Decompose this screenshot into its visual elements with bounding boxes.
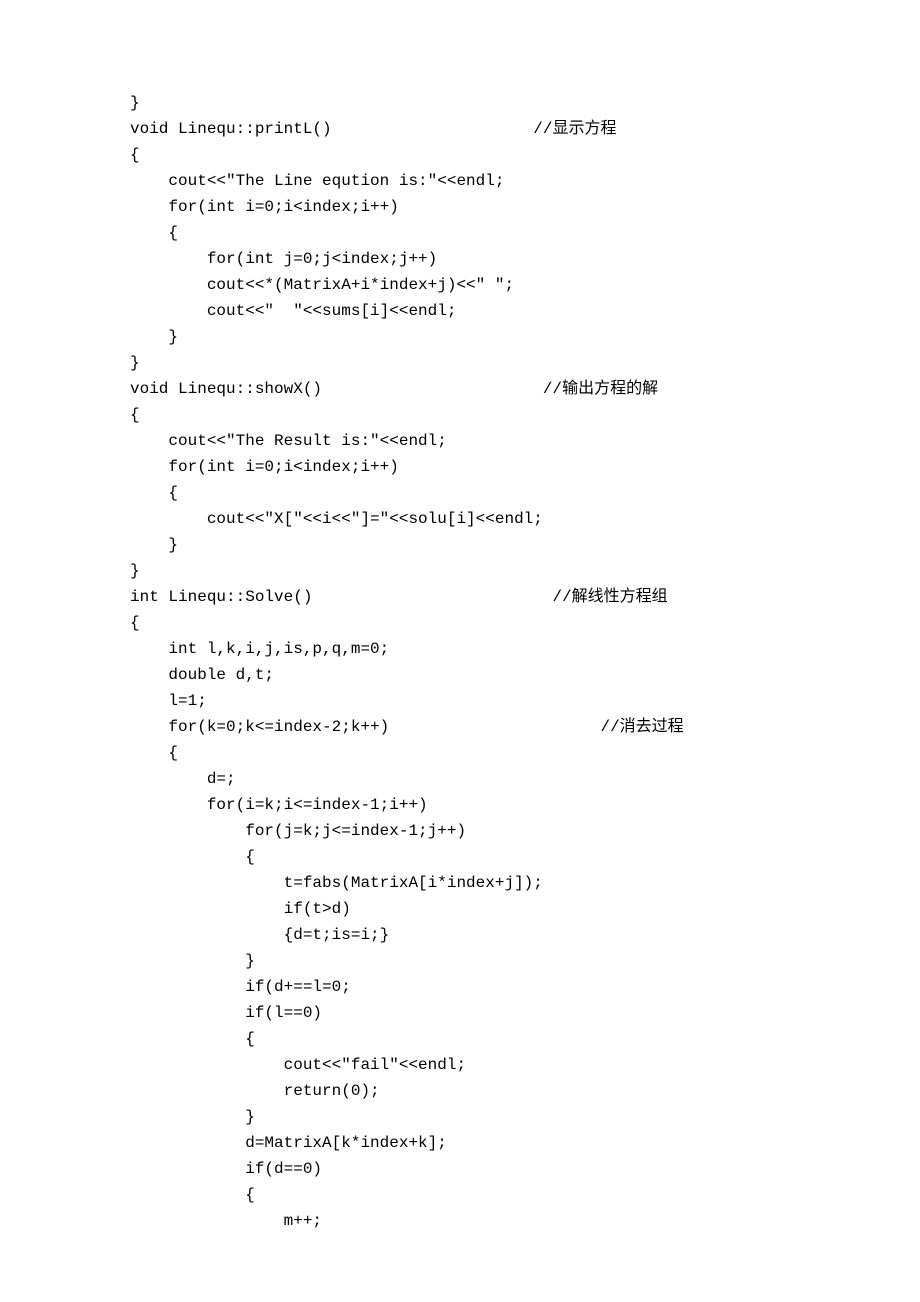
code-line: int l,k,i,j,is,p,q,m=0; — [130, 636, 920, 662]
code-line: int Linequ::Solve() //解线性方程组 — [130, 584, 920, 610]
code-line: cout<<*(MatrixA+i*index+j)<<" "; — [130, 272, 920, 298]
code-line: } — [130, 324, 920, 350]
code-line: cout<<"The Result is:"<<endl; — [130, 428, 920, 454]
code-line: d=; — [130, 766, 920, 792]
code-line: if(d==0) — [130, 1156, 920, 1182]
code-line: for(int i=0;i<index;i++) — [130, 194, 920, 220]
code-line: l=1; — [130, 688, 920, 714]
code-line: { — [130, 740, 920, 766]
code-line: { — [130, 1026, 920, 1052]
code-line: cout<<"fail"<<endl; — [130, 1052, 920, 1078]
code-line: for(i=k;i<=index-1;i++) — [130, 792, 920, 818]
code-line: } — [130, 90, 920, 116]
code-line: for(int i=0;i<index;i++) — [130, 454, 920, 480]
code-line: } — [130, 558, 920, 584]
code-line: void Linequ::printL() //显示方程 — [130, 116, 920, 142]
code-line: { — [130, 220, 920, 246]
code-line: for(int j=0;j<index;j++) — [130, 246, 920, 272]
code-line: for(j=k;j<=index-1;j++) — [130, 818, 920, 844]
code-document: }void Linequ::printL() //显示方程{ cout<<"Th… — [0, 0, 920, 1234]
code-line: if(t>d) — [130, 896, 920, 922]
code-line: if(d+==l=0; — [130, 974, 920, 1000]
code-line: t=fabs(MatrixA[i*index+j]); — [130, 870, 920, 896]
code-line: { — [130, 844, 920, 870]
code-line: double d,t; — [130, 662, 920, 688]
code-line: } — [130, 948, 920, 974]
code-line: cout<<"X["<<i<<"]="<<solu[i]<<endl; — [130, 506, 920, 532]
code-line: { — [130, 1182, 920, 1208]
code-line: cout<<"The Line eqution is:"<<endl; — [130, 168, 920, 194]
code-line: { — [130, 480, 920, 506]
code-line: } — [130, 350, 920, 376]
code-line: } — [130, 532, 920, 558]
code-line: {d=t;is=i;} — [130, 922, 920, 948]
code-line: { — [130, 402, 920, 428]
code-line: for(k=0;k<=index-2;k++) //消去过程 — [130, 714, 920, 740]
code-line: } — [130, 1104, 920, 1130]
code-line: { — [130, 142, 920, 168]
code-line: void Linequ::showX() //输出方程的解 — [130, 376, 920, 402]
code-line: return(0); — [130, 1078, 920, 1104]
code-line: if(l==0) — [130, 1000, 920, 1026]
code-line: d=MatrixA[k*index+k]; — [130, 1130, 920, 1156]
code-line: { — [130, 610, 920, 636]
code-line: m++; — [130, 1208, 920, 1234]
code-line: cout<<" "<<sums[i]<<endl; — [130, 298, 920, 324]
